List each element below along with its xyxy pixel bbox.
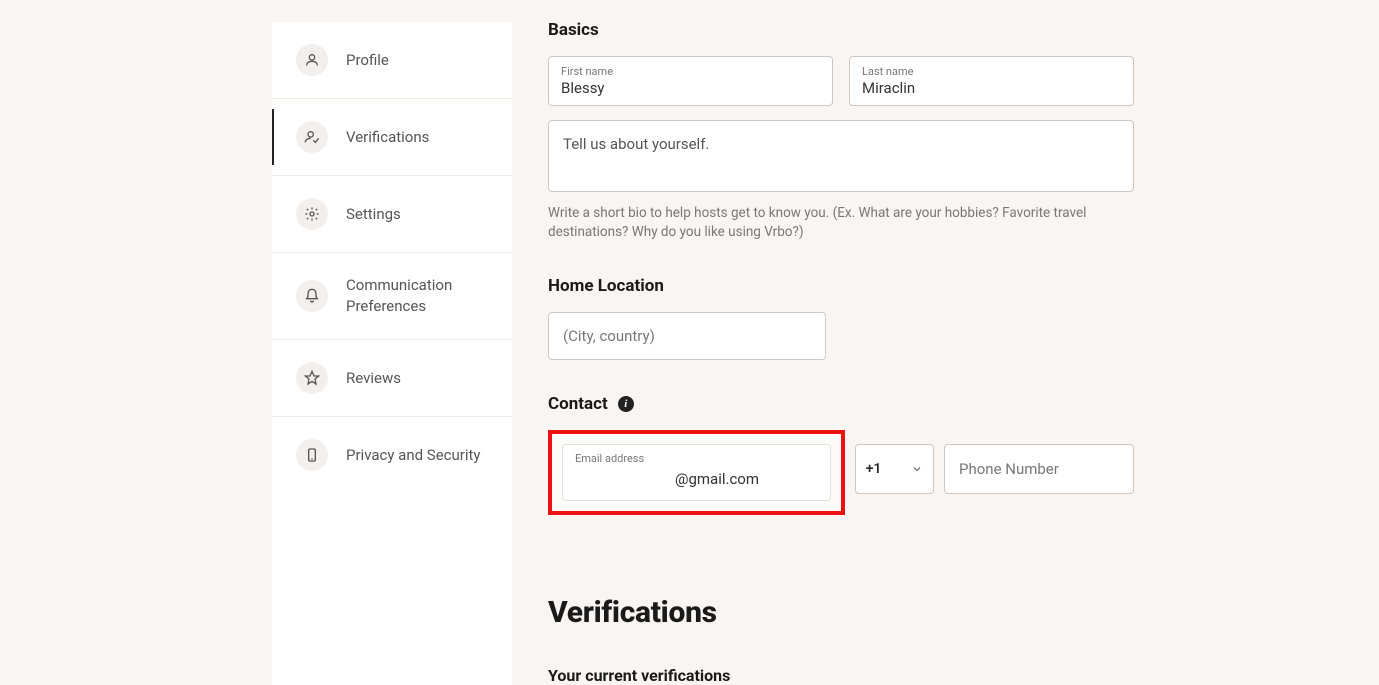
sidebar-item-settings[interactable]: Settings bbox=[272, 176, 512, 253]
country-code-value: +1 bbox=[866, 461, 882, 477]
sidebar-item-label: Verifications bbox=[346, 127, 429, 148]
gear-icon bbox=[296, 198, 328, 230]
home-location-section: Home Location bbox=[548, 276, 1134, 360]
bio-field[interactable] bbox=[548, 120, 1134, 192]
email-highlight-box: Email address @gmail.com bbox=[548, 430, 845, 515]
sidebar-item-label: Profile bbox=[346, 50, 389, 71]
star-icon bbox=[296, 362, 328, 394]
chevron-down-icon bbox=[911, 463, 923, 475]
bio-help-text: Write a short bio to help hosts get to k… bbox=[548, 204, 1134, 242]
country-code-select[interactable]: +1 bbox=[855, 444, 934, 494]
sidebar-item-verifications[interactable]: Verifications bbox=[272, 99, 512, 176]
verifications-subheading: Your current verifications bbox=[548, 666, 1134, 685]
verifications-heading: Verifications bbox=[548, 595, 1134, 630]
basics-section: Basics First name Last name Write a shor… bbox=[548, 20, 1134, 242]
bio-textarea[interactable] bbox=[563, 135, 1119, 171]
last-name-input[interactable] bbox=[862, 79, 1121, 97]
info-icon[interactable]: i bbox=[618, 396, 634, 412]
profile-icon bbox=[296, 44, 328, 76]
phone-icon bbox=[296, 439, 328, 471]
phone-input[interactable] bbox=[944, 444, 1134, 494]
basics-heading: Basics bbox=[548, 20, 1134, 40]
home-location-input[interactable] bbox=[548, 312, 826, 360]
sidebar-item-profile[interactable]: Profile bbox=[272, 22, 512, 99]
home-location-heading: Home Location bbox=[548, 276, 1134, 296]
contact-heading: Contact bbox=[548, 394, 608, 414]
sidebar-item-label: Privacy and Security bbox=[346, 445, 481, 466]
sidebar-item-label: Reviews bbox=[346, 368, 401, 389]
sidebar-item-label: Communication Preferences bbox=[346, 275, 486, 317]
contact-section: Contact i Email address @gmail.com +1 bbox=[548, 394, 1134, 515]
email-label: Email address bbox=[575, 453, 818, 464]
sidebar-item-communication[interactable]: Communication Preferences bbox=[272, 253, 512, 340]
first-name-field[interactable]: First name bbox=[548, 56, 833, 106]
main-content: Basics First name Last name Write a shor… bbox=[548, 0, 1134, 685]
verifications-icon bbox=[296, 121, 328, 153]
settings-sidebar: Profile Verifications Settings Communica… bbox=[272, 22, 512, 685]
email-value: @gmail.com bbox=[575, 466, 818, 488]
sidebar-item-reviews[interactable]: Reviews bbox=[272, 340, 512, 417]
last-name-field[interactable]: Last name bbox=[849, 56, 1134, 106]
first-name-label: First name bbox=[561, 66, 820, 77]
bell-icon bbox=[296, 280, 328, 312]
email-field[interactable]: Email address @gmail.com bbox=[562, 444, 831, 501]
sidebar-item-label: Settings bbox=[346, 204, 401, 225]
first-name-input[interactable] bbox=[561, 79, 820, 97]
sidebar-item-privacy[interactable]: Privacy and Security bbox=[272, 417, 512, 493]
last-name-label: Last name bbox=[862, 66, 1121, 77]
